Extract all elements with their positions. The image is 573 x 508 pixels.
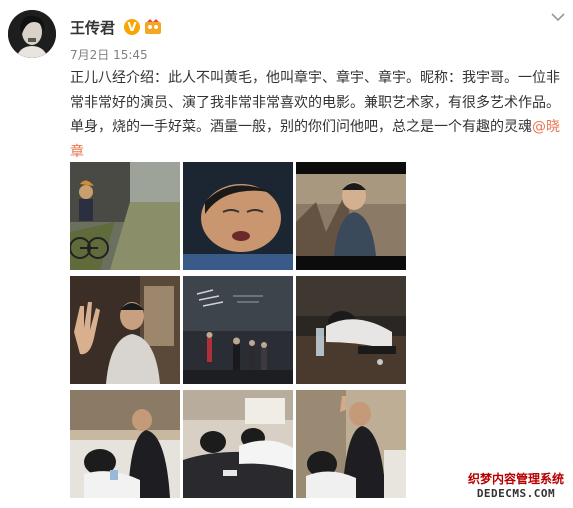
photo-bed-3[interactable] bbox=[296, 390, 406, 498]
photo-hand-raised[interactable] bbox=[70, 276, 180, 384]
watermark-line2: DEDECMS.COM bbox=[476, 487, 556, 500]
post-text: 正儿八经介绍：此人不叫黄毛，他叫章宇、章宇、章宇。昵称：我宇哥。一位非常非常好的… bbox=[70, 66, 562, 164]
post-date[interactable]: 7月2日 15:45 bbox=[70, 46, 148, 63]
verified-badge-icon: V bbox=[124, 19, 140, 35]
post-body: 正儿八经介绍：此人不叫黄毛，他叫章宇、章宇、章宇。昵称：我宇哥。一位非常非常好的… bbox=[70, 70, 560, 135]
weibo-post-card: 王传君 V 7月2日 15:45 正儿八经介绍：此人不叫黄毛，他叫章宇、章宇、章… bbox=[0, 0, 573, 508]
photo-bed-1[interactable] bbox=[70, 390, 180, 498]
photo-sleeping-face[interactable] bbox=[183, 162, 293, 270]
photo-bike-street[interactable] bbox=[70, 162, 180, 270]
photo-movie-poster[interactable] bbox=[183, 276, 293, 384]
photo-grid bbox=[70, 162, 406, 498]
chevron-down-icon[interactable] bbox=[551, 12, 565, 22]
watermark-line1: 织梦内容管理系统 bbox=[467, 472, 564, 486]
avatar[interactable] bbox=[8, 10, 56, 58]
watermark: 织梦内容管理系统 DEDECMS.COM bbox=[462, 470, 570, 504]
member-icon bbox=[145, 19, 161, 34]
photo-movie-still[interactable] bbox=[296, 162, 406, 270]
photo-table-sleeping[interactable] bbox=[296, 276, 406, 384]
photo-bed-2[interactable] bbox=[183, 390, 293, 498]
author-name[interactable]: 王传君 bbox=[70, 17, 115, 38]
